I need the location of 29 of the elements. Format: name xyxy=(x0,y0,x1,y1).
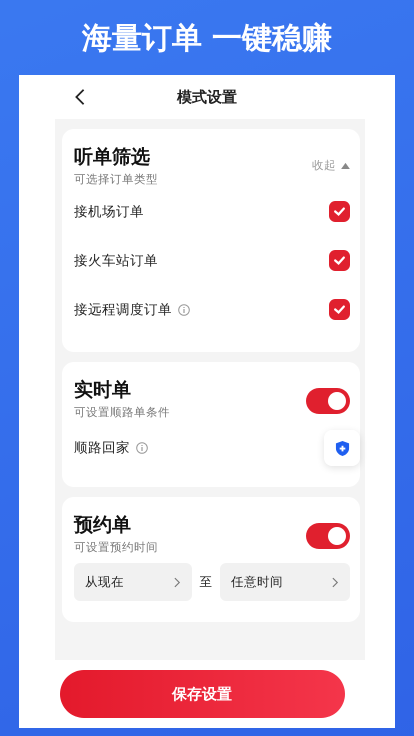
section-subtitle: 可设置预约时间 xyxy=(74,539,159,555)
toggle-switch[interactable] xyxy=(306,523,350,549)
chevron-right-icon xyxy=(332,576,340,588)
option-label: 接机场订单 xyxy=(74,202,144,220)
headline: 海量订单 一键稳赚 xyxy=(80,20,334,58)
option-label: 接火车站订单 xyxy=(74,252,158,270)
checkbox[interactable] xyxy=(329,201,350,222)
section-title: 听单筛选 xyxy=(74,145,151,170)
option-label: 顺路回家 xyxy=(74,439,130,457)
option-label: 接远程调度订单 xyxy=(74,300,172,318)
range-separator: 至 xyxy=(198,574,214,590)
page-title: 模式设置 xyxy=(177,88,237,106)
chevron-right-icon xyxy=(174,576,182,588)
section-title: 预约单 xyxy=(74,513,132,538)
checkbox[interactable] xyxy=(329,299,350,320)
section-subtitle: 可选择订单类型 xyxy=(74,171,159,187)
save-button[interactable]: 保存设置 xyxy=(60,670,344,718)
toggle-switch[interactable] xyxy=(306,388,350,414)
section-title: 实时单 xyxy=(74,378,132,403)
back-icon[interactable] xyxy=(74,88,86,106)
info-icon[interactable] xyxy=(136,442,148,454)
caret-icon xyxy=(341,162,350,168)
shield-icon xyxy=(334,440,350,456)
shield-button[interactable] xyxy=(324,430,360,466)
section-subtitle: 可设置顺路单条件 xyxy=(74,404,171,420)
checkbox[interactable] xyxy=(329,250,350,271)
end-time-picker[interactable]: 任意时间 xyxy=(220,563,350,601)
start-time-picker[interactable]: 从现在 xyxy=(74,563,192,601)
info-icon[interactable] xyxy=(178,304,190,316)
